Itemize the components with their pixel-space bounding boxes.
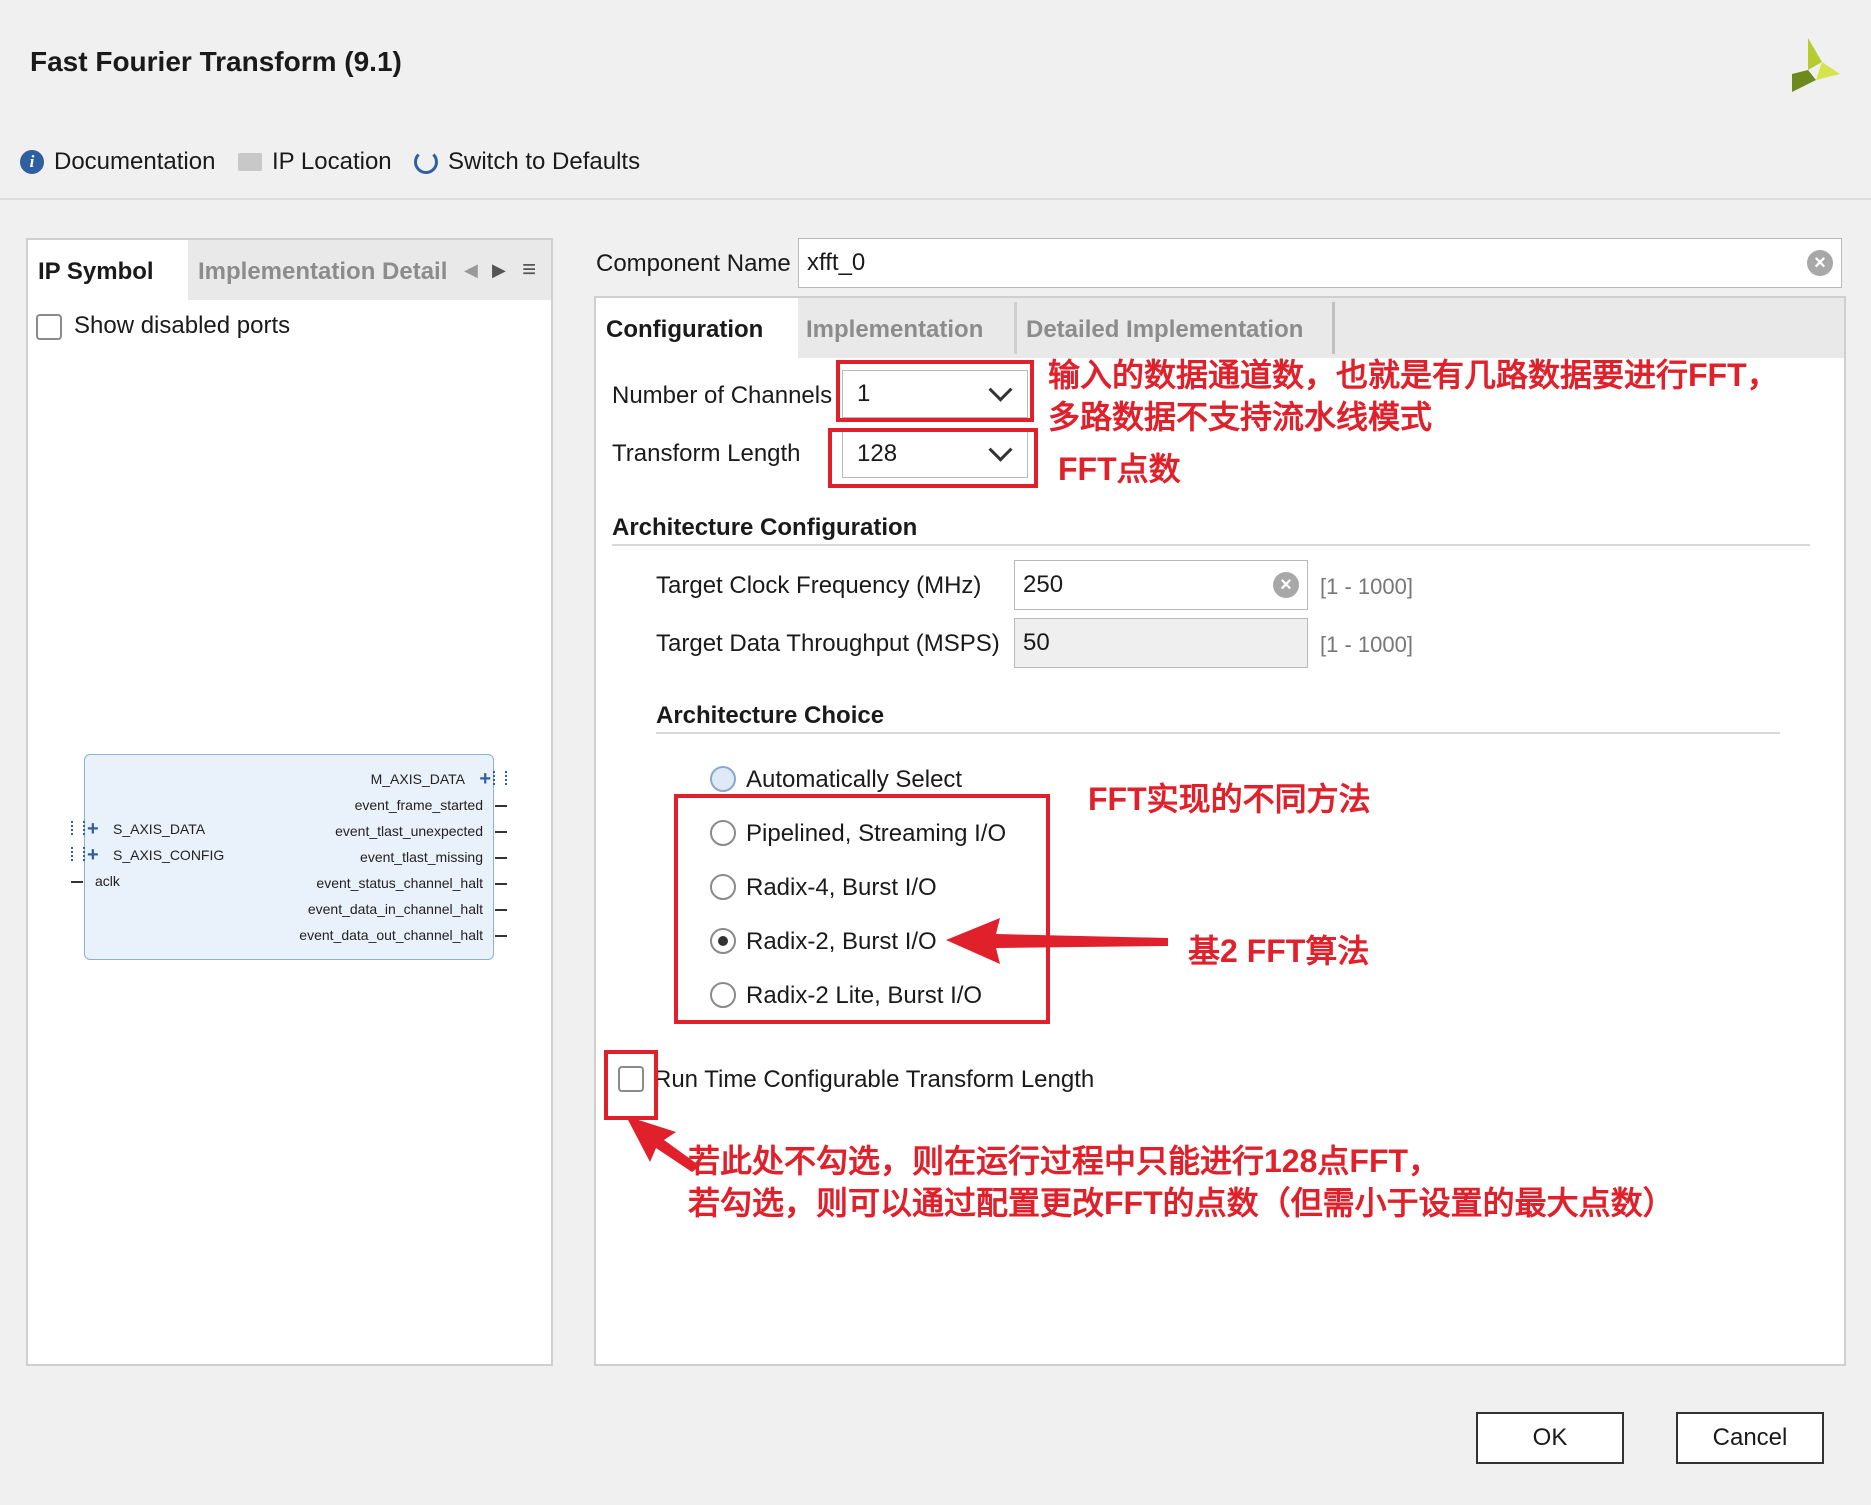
ok-button[interactable]: OK — [1476, 1412, 1624, 1464]
arrow-radix2 — [946, 918, 1168, 964]
annotation-arrows — [626, 918, 1168, 1172]
ok-label: OK — [1532, 1424, 1568, 1451]
cancel-label: Cancel — [1712, 1424, 1788, 1451]
arrow-runtime — [626, 1116, 700, 1172]
cancel-button[interactable]: Cancel — [1676, 1412, 1824, 1464]
